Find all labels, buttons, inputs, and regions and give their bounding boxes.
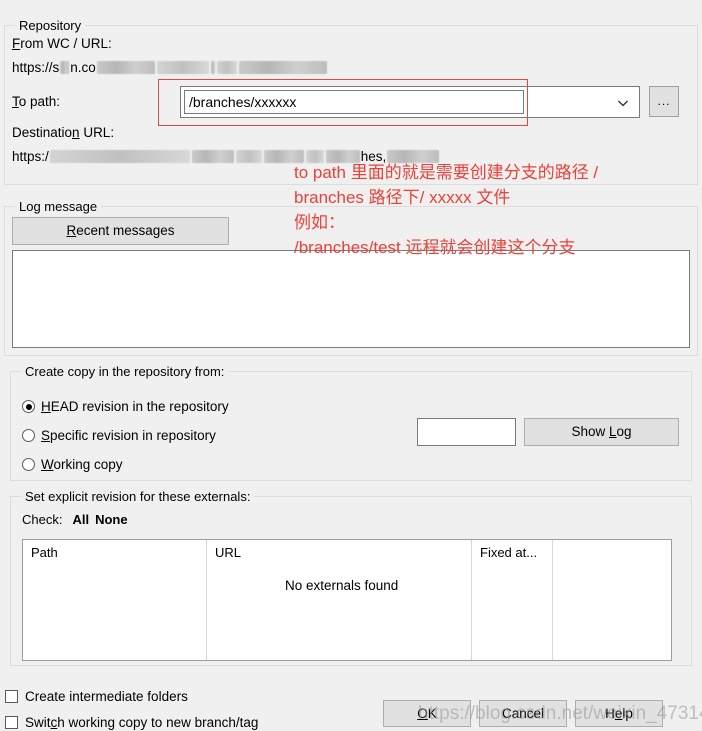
- redacted-block: [49, 149, 190, 163]
- externals-table[interactable]: Path URL Fixed at... No externals found: [22, 539, 672, 661]
- radio-specific-revision-indicator[interactable]: [22, 429, 35, 442]
- from-wc-url-label: From WC / URL:: [12, 36, 112, 51]
- destination-url-label-text: Destinatio: [12, 125, 73, 140]
- radio-head-revision-indicator[interactable]: [22, 400, 35, 413]
- revision-input[interactable]: [417, 418, 516, 446]
- redacted-block: [325, 149, 360, 163]
- branch-tag-dialog: Repository From WC / URL: https://s n.co …: [0, 0, 702, 731]
- dest-url-prefix: https:/: [12, 149, 49, 164]
- externals-column-fixedat[interactable]: Fixed at...: [472, 540, 552, 662]
- radio-head-revision[interactable]: HEAD revision in the repository: [22, 398, 229, 415]
- to-path-label: To path:: [12, 94, 61, 109]
- repository-group-title: Repository: [15, 18, 86, 33]
- externals-empty-message: No externals found: [285, 578, 399, 593]
- radio-head-revision-label: EAD revision in the repository: [50, 399, 229, 414]
- destination-url-label: Destination URL:: [12, 125, 115, 140]
- check-all-link[interactable]: All: [72, 512, 89, 527]
- radio-working-copy[interactable]: Working copy: [22, 456, 123, 473]
- to-path-input[interactable]: /branches/xxxxxx: [184, 90, 524, 114]
- redacted-block: [216, 60, 237, 74]
- ok-button[interactable]: OK: [383, 700, 471, 727]
- checkbox-switch-working-copy[interactable]: Switch working copy to new branch/tag: [5, 714, 258, 731]
- checkbox-create-intermediate-folders-label: Create intermediate folders: [25, 689, 188, 704]
- check-none-link[interactable]: None: [95, 512, 128, 527]
- externals-column-url[interactable]: URL: [207, 540, 431, 662]
- externals-column-extra[interactable]: [553, 540, 671, 662]
- help-button-label: H: [605, 706, 615, 721]
- create-copy-group-title: Create copy in the repository from:: [21, 364, 229, 379]
- radio-specific-revision-label: pecific revision in repository: [50, 428, 216, 443]
- externals-column-path[interactable]: Path: [23, 540, 206, 662]
- show-log-button-label: Show: [571, 424, 609, 439]
- log-message-textarea[interactable]: [12, 250, 690, 348]
- redacted-block: [96, 60, 155, 74]
- dest-url-mid: hes,: [360, 149, 387, 164]
- externals-check-row: Check: All None: [22, 512, 128, 527]
- log-message-group-title: Log message: [15, 199, 102, 214]
- chevron-down-icon[interactable]: [615, 95, 631, 111]
- redacted-block: [263, 149, 304, 163]
- redacted-block: [235, 149, 262, 163]
- redacted-block: [60, 60, 70, 74]
- recent-messages-button-label: ecent messages: [76, 223, 175, 238]
- checkbox-switch-working-copy-box[interactable]: [5, 716, 18, 729]
- help-button[interactable]: Help: [575, 700, 663, 727]
- checkbox-create-intermediate-folders-box[interactable]: [5, 690, 18, 703]
- to-path-label-text: o path:: [18, 94, 61, 109]
- check-label: Check:: [22, 512, 63, 527]
- externals-column-url-label: URL: [215, 545, 242, 560]
- redacted-block: [305, 149, 324, 163]
- externals-group-title: Set explicit revision for these external…: [21, 489, 255, 504]
- externals-column-path-label: Path: [31, 545, 58, 560]
- redacted-block: [387, 149, 440, 163]
- from-wc-url-value: https://s n.co: [12, 60, 328, 75]
- ok-button-label: K: [427, 706, 437, 721]
- show-log-button[interactable]: Show Log: [524, 418, 679, 446]
- redacted-block: [156, 60, 209, 74]
- checkbox-switch-working-copy-label: Switch working copy to new branch/tag: [25, 715, 259, 730]
- destination-url-value: https:/ hes,: [12, 149, 440, 164]
- from-url-mid: n.co: [70, 60, 96, 75]
- radio-working-copy-label: orking copy: [53, 457, 123, 472]
- radio-specific-revision[interactable]: Specific revision in repository: [22, 427, 216, 444]
- checkbox-create-intermediate-folders[interactable]: Create intermediate folders: [5, 688, 188, 705]
- redacted-block: [238, 60, 327, 74]
- from-wc-url-label-text: rom WC / URL:: [20, 36, 112, 51]
- from-url-prefix: https://s: [12, 60, 60, 75]
- browse-button[interactable]: ...: [649, 86, 679, 117]
- redacted-block: [210, 60, 215, 74]
- radio-working-copy-indicator[interactable]: [22, 458, 35, 471]
- externals-column-fixedat-label: Fixed at...: [480, 545, 538, 560]
- to-path-combobox[interactable]: /branches/xxxxxx: [180, 86, 640, 118]
- cancel-button[interactable]: Cancel: [479, 700, 567, 727]
- recent-messages-button[interactable]: Recent messages: [12, 217, 229, 245]
- redacted-block: [191, 149, 234, 163]
